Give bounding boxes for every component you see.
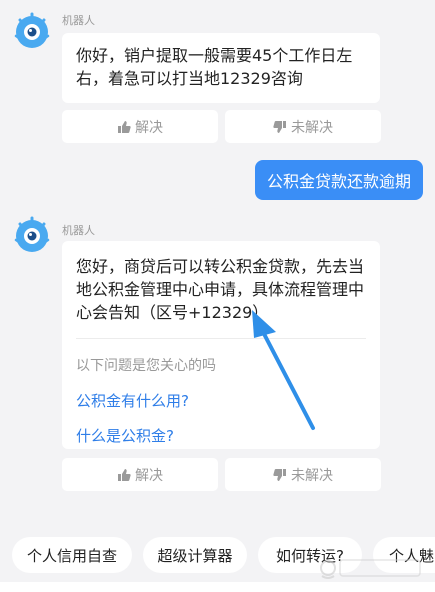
- solved-button[interactable]: 解决: [62, 458, 218, 491]
- bot-message-text: 您好，商贷后可以转公积金贷款，先去当 地公积金管理中心申请，具体流程管理中 心会…: [76, 257, 365, 322]
- related-question-link[interactable]: 什么是公积金?: [76, 425, 366, 448]
- bot-name-label: 机器人: [62, 14, 95, 27]
- quick-chip[interactable]: 超级计算器: [143, 537, 247, 573]
- thumb-up-icon: [118, 120, 131, 133]
- user-message-bubble: 公积金贷款还款逾期: [255, 160, 423, 200]
- watermark-logo: [320, 559, 421, 579]
- unsolved-button[interactable]: 未解决: [225, 110, 381, 143]
- solved-label: 解决: [135, 467, 163, 484]
- bot-message-text: 你好，销户提取一般需要45个工作日左 右，着急可以打当地12329咨询: [76, 46, 353, 88]
- thumb-down-icon: [273, 468, 286, 481]
- thumb-down-icon: [273, 120, 286, 133]
- bot-avatar-icon: [14, 12, 50, 48]
- thumb-up-icon: [118, 468, 131, 481]
- bot-message-bubble: 你好，销户提取一般需要45个工作日左 右，着急可以打当地12329咨询: [62, 33, 380, 103]
- related-question-link[interactable]: 公积金有什么用?: [76, 390, 366, 413]
- unsolved-label: 未解决: [291, 467, 333, 484]
- solved-label: 解决: [135, 119, 163, 136]
- bot-avatar-icon: [14, 216, 50, 252]
- quick-chip[interactable]: 个人信用自查: [12, 537, 132, 573]
- unsolved-label: 未解决: [291, 119, 333, 136]
- unsolved-button[interactable]: 未解决: [225, 458, 381, 491]
- bot-message-bubble: 您好，商贷后可以转公积金贷款，先去当 地公积金管理中心申请，具体流程管理中 心会…: [62, 241, 380, 449]
- bot-name-label: 机器人: [62, 224, 95, 237]
- divider: [76, 338, 366, 339]
- user-message-text: 公积金贷款还款逾期: [266, 172, 411, 191]
- related-questions-hint: 以下问题是您关心的吗: [76, 358, 216, 374]
- solved-button[interactable]: 解决: [62, 110, 218, 143]
